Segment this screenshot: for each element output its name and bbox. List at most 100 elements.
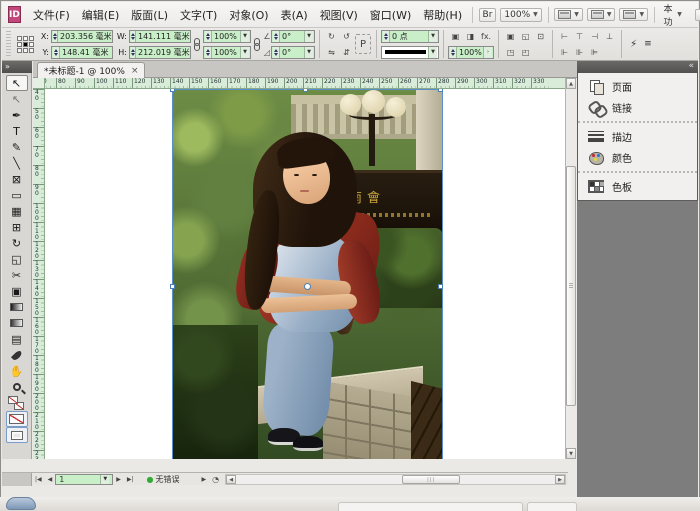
normal-view-mode-button[interactable] (6, 427, 28, 443)
height-field[interactable]: 212.019 毫米 (129, 46, 191, 59)
ruler-corner[interactable] (33, 78, 45, 89)
menu-item-5[interactable]: 表(A) (275, 5, 314, 25)
effects-fx-button[interactable]: fx. (479, 30, 493, 42)
menu-item-0[interactable]: 文件(F) (27, 5, 76, 25)
flip-horizontal-button[interactable]: ⇋ (325, 46, 338, 58)
menu-item-2[interactable]: 版面(L) (125, 5, 174, 25)
menu-item-6[interactable]: 视图(V) (314, 5, 364, 25)
align-left-button[interactable]: ⊢ (558, 30, 571, 42)
last-page-button[interactable]: ▶| (124, 476, 137, 483)
spinner[interactable] (131, 31, 136, 42)
next-page-button[interactable]: ▶ (113, 476, 124, 483)
spinner[interactable] (273, 31, 280, 42)
document-tab[interactable]: *未标题-1 @ 100% × (37, 62, 145, 78)
fit-frame-to-content-button[interactable]: ◱ (519, 30, 532, 42)
chevron-down-icon[interactable]: ▼ (240, 47, 249, 58)
selection-handle-mid-right[interactable] (438, 284, 443, 289)
panel-button-swatches[interactable]: 色板 (578, 176, 697, 197)
start-button[interactable] (6, 497, 36, 510)
fill-swatch[interactable] (8, 396, 18, 404)
selection-center-point[interactable] (304, 283, 311, 290)
pen-tool[interactable]: ✒ (6, 107, 28, 123)
spinner[interactable] (53, 47, 60, 58)
hand-tool[interactable]: ✋ (6, 363, 28, 379)
spinner[interactable] (205, 47, 212, 58)
gradient-feather-tool[interactable] (6, 315, 28, 331)
scale-x-field[interactable]: 100%▼ (203, 30, 251, 43)
flip-vertical-button[interactable]: ⇵ (340, 46, 353, 58)
apply-none-button[interactable] (6, 411, 28, 427)
screen-mode-button[interactable]: ▼ (587, 8, 616, 21)
horizontal-scroll-thumb[interactable]: ||| (402, 475, 460, 484)
zoom-tool[interactable] (6, 379, 28, 395)
opacity-field[interactable]: 100%› (448, 46, 494, 59)
scale-y-field[interactable]: 100%▼ (203, 46, 251, 59)
line-tool[interactable]: ╲ (6, 155, 28, 171)
width-field[interactable]: 141.111 毫米 (129, 30, 191, 43)
stroke-weight-field[interactable]: 0 点▼ (381, 30, 439, 43)
rotation-field[interactable]: 0°▼ (271, 30, 315, 43)
bridge-button[interactable]: Br (479, 8, 497, 22)
chevron-down-icon[interactable]: ▼ (100, 475, 109, 484)
menu-item-7[interactable]: 窗口(W) (364, 5, 417, 25)
selection-tool[interactable]: ↖ (6, 75, 28, 91)
chevron-right-icon[interactable]: › (483, 47, 492, 58)
align-top-button[interactable]: ⊥ (603, 30, 616, 42)
dock-collapse-button[interactable]: « (577, 61, 698, 73)
scroll-down-arrow[interactable]: ▼ (566, 448, 576, 459)
constrain-scale-icon[interactable] (253, 33, 261, 55)
tab-close-icon[interactable]: × (131, 66, 139, 76)
spinner[interactable] (53, 31, 58, 42)
free-transform-tool[interactable]: ▣ (6, 283, 28, 299)
align-center-h-button[interactable]: ⊤ (573, 30, 586, 42)
menu-item-1[interactable]: 编辑(E) (76, 5, 126, 25)
menu-item-4[interactable]: 对象(O) (223, 5, 274, 25)
panel-button-color[interactable]: 颜色 (578, 147, 697, 168)
distribute-3-button[interactable]: ⊫ (588, 46, 601, 58)
vertical-scroll-thumb[interactable] (566, 166, 576, 406)
panel-button-links[interactable]: 链接 (578, 97, 697, 118)
quick-apply-button[interactable]: ⚡ (630, 39, 637, 50)
transparency-button[interactable]: ◨ (464, 30, 477, 42)
tools-panel-expand-button[interactable]: » (2, 61, 32, 73)
panel-grip[interactable] (6, 31, 11, 57)
stroke-style-select[interactable]: ▼ (381, 46, 439, 59)
scale-tool[interactable]: ◱ (6, 251, 28, 267)
align-right-button[interactable]: ⊣ (588, 30, 601, 42)
rotate-tool[interactable]: ↻ (6, 235, 28, 251)
x-position-field[interactable]: 203.356 毫米 (51, 30, 113, 43)
chevron-down-icon[interactable]: ▼ (428, 47, 437, 58)
panel-button-pages[interactable]: 页面 (578, 76, 697, 97)
zoom-level-select[interactable]: 100%▼ (500, 8, 541, 22)
panel-menu-button[interactable]: ≡ (644, 39, 652, 49)
scroll-right-arrow[interactable]: ▶ (555, 475, 565, 484)
scissors-tool[interactable]: ✂ (6, 267, 28, 283)
placed-photo-frame[interactable]: 嶺南會 (173, 90, 443, 459)
vertical-scrollbar[interactable]: ▲ ▼ (565, 78, 576, 459)
selection-handle-mid-left[interactable] (170, 284, 175, 289)
chevron-down-icon[interactable]: ▼ (304, 47, 313, 58)
rectangle-tool[interactable]: ▭ (6, 187, 28, 203)
eyedropper-tool[interactable] (6, 347, 28, 363)
selection-handle-top-right[interactable] (438, 89, 443, 92)
gradient-tool[interactable] (6, 299, 28, 315)
fill-stroke-proxy[interactable] (6, 395, 28, 411)
first-page-button[interactable]: |◀ (32, 476, 45, 483)
spinner[interactable] (273, 47, 280, 58)
distribute-2-button[interactable]: ⊪ (573, 46, 586, 58)
spinner[interactable] (205, 31, 212, 42)
rotate-90-cw-button[interactable]: ↻ (325, 30, 338, 42)
type-tool[interactable]: T (6, 123, 28, 139)
center-content-button[interactable]: ⊡ (534, 30, 547, 42)
constrain-dimensions-icon[interactable] (193, 33, 201, 55)
drop-shadow-button[interactable]: ▣ (449, 30, 462, 42)
spinner[interactable] (383, 31, 390, 42)
scroll-up-arrow[interactable]: ▲ (566, 78, 576, 89)
chevron-down-icon[interactable]: ▼ (240, 31, 249, 42)
pencil-tool[interactable]: ✎ (6, 139, 28, 155)
chevron-down-icon[interactable]: ▼ (304, 31, 313, 42)
selection-handle-top-center[interactable] (303, 89, 308, 92)
page-number-combo[interactable]: 1 ▼ (55, 474, 113, 485)
distribute-1-button[interactable]: ⊩ (558, 46, 571, 58)
horizontal-scrollbar[interactable]: ◀ ||| ▶ (225, 474, 566, 485)
